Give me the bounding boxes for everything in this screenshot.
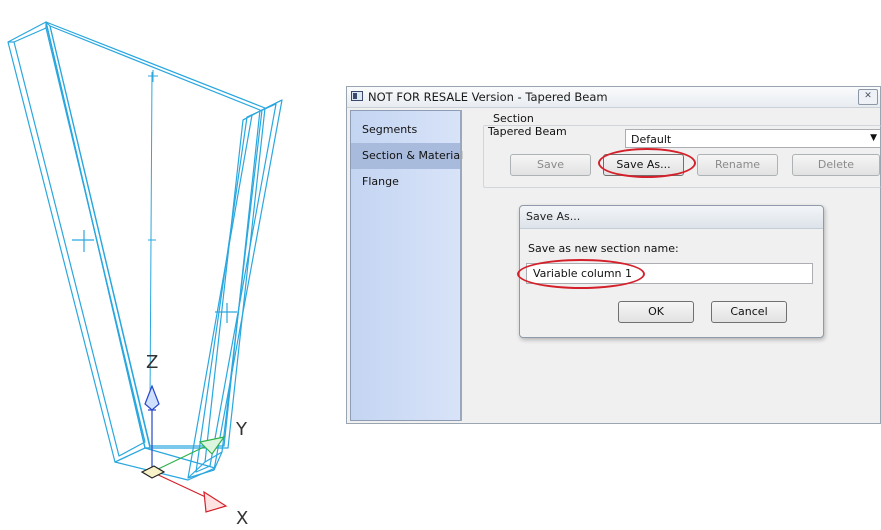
- section-dropdown-value: Default: [631, 133, 672, 146]
- save-as-dialog: Save As... Save as new section name: OK …: [519, 205, 824, 338]
- window-titlebar[interactable]: NOT FOR RESALE Version - Tapered Beam ✕: [347, 87, 880, 108]
- ok-button[interactable]: OK: [618, 301, 694, 323]
- dialog-titlebar[interactable]: Save As...: [520, 206, 823, 229]
- right-flange: [187, 99, 283, 479]
- z-axis-label: Z: [146, 352, 158, 373]
- section-type-label: Tapered Beam: [488, 125, 567, 138]
- save-as-button[interactable]: Save As...: [603, 154, 684, 176]
- x-axis-label: X: [236, 508, 248, 529]
- section-group-title: Section: [491, 112, 536, 125]
- dialog-title: Save As...: [526, 210, 581, 223]
- section-dropdown[interactable]: Default ▼: [625, 129, 880, 148]
- dialog-prompt: Save as new section name:: [528, 242, 679, 255]
- app-window-icon: [351, 91, 363, 101]
- sidebar-splitter[interactable]: [460, 110, 462, 421]
- cad-viewport: Z Y X: [7, 21, 283, 529]
- chevron-down-icon[interactable]: ▼: [870, 133, 877, 143]
- sidebar-item-label: Flange: [362, 175, 399, 188]
- rename-button[interactable]: Rename: [697, 154, 778, 176]
- window-title: NOT FOR RESALE Version - Tapered Beam: [368, 90, 608, 104]
- save-button[interactable]: Save: [510, 154, 591, 176]
- sidebar-item-label: Segments: [362, 123, 418, 136]
- ucs-icon: [140, 384, 228, 513]
- beam-base: [114, 447, 216, 481]
- delete-button[interactable]: Delete: [792, 154, 880, 176]
- sidebar-item-section-material[interactable]: Section & Material: [351, 143, 464, 169]
- left-flange: [7, 21, 151, 463]
- sidebar: Segments Section & Material Flange: [350, 110, 464, 421]
- cancel-button[interactable]: Cancel: [711, 301, 787, 323]
- beam-web: [45, 21, 266, 449]
- close-icon[interactable]: ✕: [858, 89, 878, 105]
- sidebar-item-flange[interactable]: Flange: [351, 169, 460, 195]
- y-axis-label: Y: [235, 419, 248, 440]
- section-name-input[interactable]: [526, 263, 813, 284]
- sidebar-item-segments[interactable]: Segments: [351, 117, 460, 143]
- sidebar-item-label: Section & Material: [362, 149, 464, 162]
